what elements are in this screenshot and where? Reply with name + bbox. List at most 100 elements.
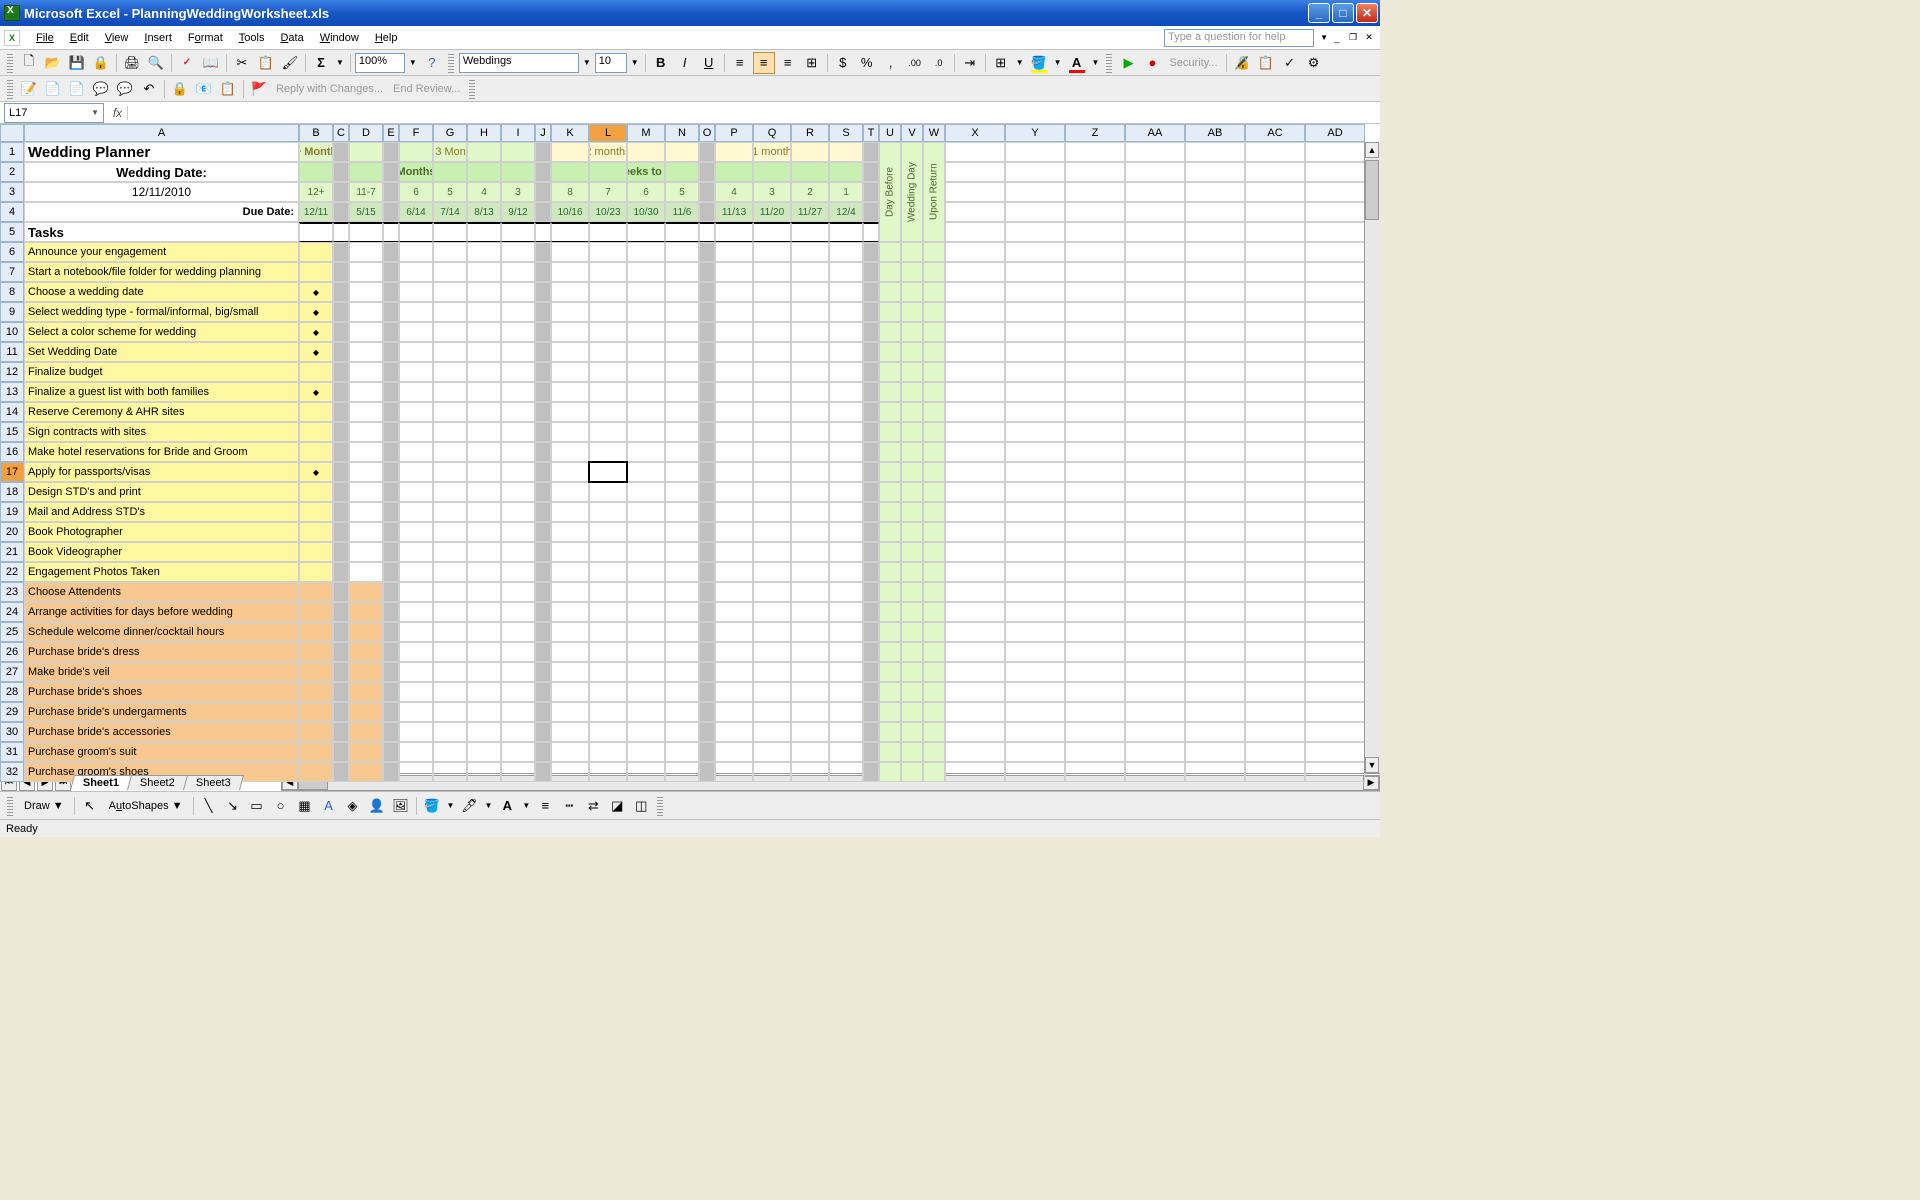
col-header[interactable]: W — [923, 124, 945, 142]
shadow-button[interactable]: ◪ — [606, 795, 628, 817]
col-header[interactable]: S — [829, 124, 863, 142]
italic-button[interactable]: I — [674, 52, 696, 74]
gripper[interactable] — [1106, 53, 1112, 73]
col-header[interactable]: P — [715, 124, 753, 142]
col-header[interactable]: R — [791, 124, 829, 142]
menu-tools[interactable]: Tools — [231, 29, 273, 47]
col-header[interactable]: AC — [1245, 124, 1305, 142]
col-header[interactable]: G — [433, 124, 467, 142]
gripper[interactable] — [7, 79, 13, 99]
menu-format[interactable]: Format — [180, 29, 231, 47]
zoom-box[interactable]: 100% — [355, 53, 405, 73]
spelling-button[interactable]: ✓ — [176, 52, 198, 74]
menu-window[interactable]: Window — [312, 29, 367, 47]
protect-button[interactable]: 🔒 — [169, 78, 191, 100]
formula-input[interactable] — [128, 103, 1380, 123]
gripper[interactable] — [657, 796, 663, 816]
new-button[interactable]: 🗋 — [18, 52, 40, 74]
mdi-close[interactable]: ✕ — [1362, 31, 1376, 45]
col-header[interactable]: H — [467, 124, 501, 142]
col-header[interactable]: AD — [1305, 124, 1365, 142]
scroll-down[interactable]: ▼ — [1365, 757, 1379, 773]
select-button[interactable]: ↖ — [79, 795, 101, 817]
arrow-button[interactable]: ↘ — [222, 795, 244, 817]
close-button[interactable]: ✕ — [1356, 3, 1378, 23]
research-button[interactable]: 📖 — [200, 52, 222, 74]
sec2-button[interactable]: 📋 — [1255, 52, 1277, 74]
nextcomment-button[interactable]: 📄 — [66, 78, 88, 100]
menu-view[interactable]: View — [97, 29, 137, 47]
autosum-button[interactable]: Σ — [310, 52, 332, 74]
col-header[interactable]: T — [863, 124, 879, 142]
vertical-scrollbar[interactable]: ▲ ▼ — [1364, 142, 1380, 773]
aligncenter-button[interactable]: ≡ — [753, 52, 775, 74]
save-button[interactable]: 💾 — [66, 52, 88, 74]
font-box[interactable]: Webdings — [459, 53, 579, 73]
diagram-button[interactable]: ◈ — [342, 795, 364, 817]
sec3-button[interactable]: ✓ — [1279, 52, 1301, 74]
mdi-restore[interactable]: ❐ — [1346, 31, 1360, 45]
indent-button[interactable]: ⇥ — [959, 52, 981, 74]
col-header[interactable]: Y — [1005, 124, 1065, 142]
merge-button[interactable]: ⊞ — [801, 52, 823, 74]
font-dropdown[interactable]: ▼ — [581, 58, 593, 67]
scroll-thumb[interactable] — [1365, 160, 1379, 220]
col-header[interactable]: F — [399, 124, 433, 142]
printpreview-button[interactable]: 🔍 — [145, 52, 167, 74]
fx-button[interactable]: fx — [108, 106, 128, 120]
name-box[interactable]: L17▼ — [4, 103, 104, 123]
autoshapes-menu[interactable]: AutoShapes ▼ — [103, 798, 189, 814]
security-label[interactable]: Security... — [1165, 57, 1221, 69]
paste-button[interactable]: 📋 — [255, 52, 277, 74]
picture-button[interactable]: 🖼 — [390, 795, 412, 817]
formatpainter-button[interactable]: 🖌 — [279, 52, 301, 74]
help-search[interactable]: Type a question for help — [1164, 29, 1314, 47]
col-header[interactable]: B — [299, 124, 333, 142]
gripper[interactable] — [448, 53, 454, 73]
alignright-button[interactable]: ≡ — [777, 52, 799, 74]
col-header[interactable]: AA — [1125, 124, 1185, 142]
percent-button[interactable]: % — [856, 52, 878, 74]
col-header[interactable]: C — [333, 124, 349, 142]
col-header[interactable]: V — [901, 124, 923, 142]
incdecimal-button[interactable]: .00 — [904, 52, 926, 74]
scroll-up[interactable]: ▲ — [1365, 142, 1379, 158]
fontcolor2-button[interactable]: A — [496, 795, 518, 817]
col-header[interactable]: I — [501, 124, 535, 142]
showall-button[interactable]: 💬 — [114, 78, 136, 100]
arrowstyle-button[interactable]: ⇄ — [582, 795, 604, 817]
textbox-button[interactable]: ▦ — [294, 795, 316, 817]
fontsize-dropdown[interactable]: ▼ — [629, 58, 641, 67]
maximize-button[interactable]: □ — [1332, 3, 1354, 23]
print-button[interactable]: 🖨 — [121, 52, 143, 74]
mdi-minimize[interactable]: _ — [1330, 31, 1344, 45]
col-header[interactable]: E — [383, 124, 399, 142]
wordart-button[interactable]: A — [318, 795, 340, 817]
cut-button[interactable]: ✂ — [231, 52, 253, 74]
borders-button[interactable]: ⊞ — [990, 52, 1012, 74]
undo-button[interactable]: ↶ — [138, 78, 160, 100]
endreview-label[interactable]: End Review... — [389, 83, 464, 95]
col-header[interactable]: N — [665, 124, 699, 142]
menu-file[interactable]: File — [28, 29, 62, 47]
fontcolor-button[interactable]: A — [1066, 52, 1088, 74]
linestyle-button[interactable]: ≡ — [534, 795, 556, 817]
col-header[interactable]: O — [699, 124, 715, 142]
menu-help[interactable]: Help — [367, 29, 406, 47]
col-header[interactable]: M — [627, 124, 665, 142]
minimize-button[interactable]: _ — [1308, 3, 1330, 23]
sheet-tab-1[interactable]: Sheet1 — [70, 775, 132, 790]
draw-menu[interactable]: Draw ▼ — [18, 798, 70, 814]
reply-label[interactable]: Reply with Changes... — [272, 83, 387, 95]
col-header[interactable]: U — [879, 124, 901, 142]
showcomment-button[interactable]: 💬 — [90, 78, 112, 100]
flag-button[interactable]: 🚩 — [248, 78, 270, 100]
zoom-dropdown[interactable]: ▼ — [407, 58, 419, 67]
control-icon[interactable]: X — [4, 30, 20, 46]
col-header[interactable]: K — [551, 124, 589, 142]
help-button[interactable]: ? — [421, 52, 443, 74]
worksheet-grid[interactable]: ABCDEFGHIJKLMNOPQRSTUVWXYZAAABACAD1Weddi… — [0, 124, 1380, 773]
sheet-tab-2[interactable]: Sheet2 — [127, 775, 188, 790]
3d-button[interactable]: ◫ — [630, 795, 652, 817]
sec4-button[interactable]: ⚙ — [1303, 52, 1325, 74]
